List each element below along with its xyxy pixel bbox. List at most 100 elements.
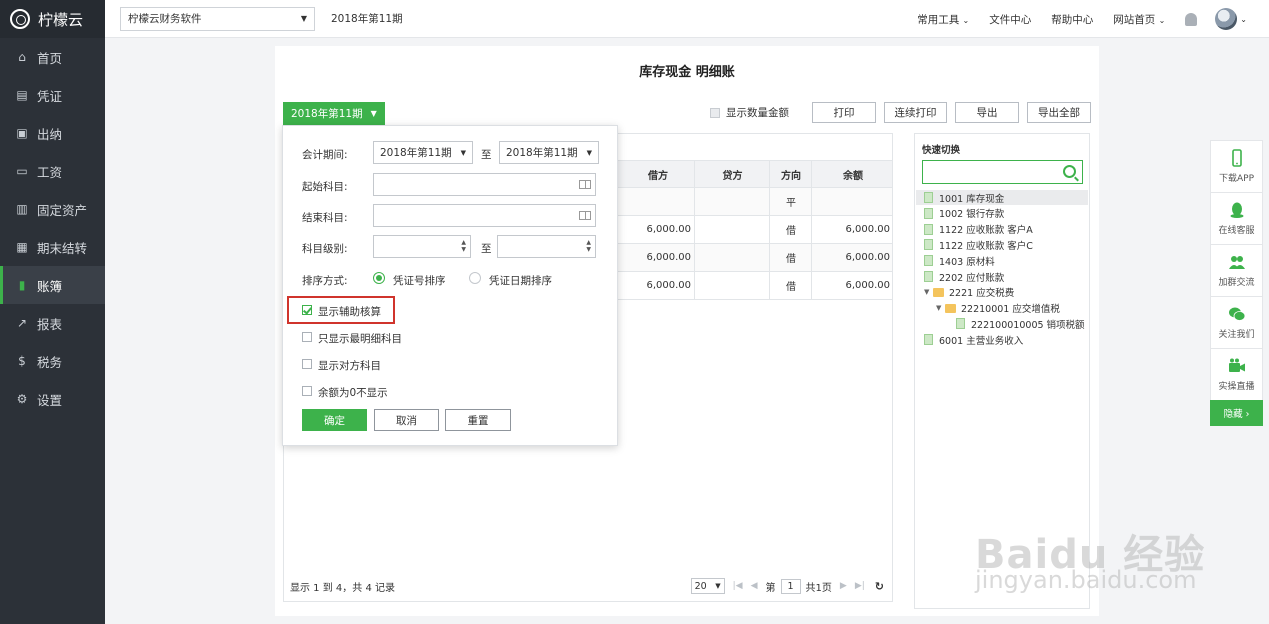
- show-qty-checkbox[interactable]: [710, 107, 720, 118]
- sidebar-item-label: 设置: [37, 392, 63, 408]
- end-subject-input[interactable]: [373, 204, 596, 227]
- subject-picker-icon[interactable]: [579, 180, 591, 189]
- next-page-icon[interactable]: ▶: [840, 581, 847, 591]
- show-aux-label: 显示辅助核算: [318, 306, 381, 318]
- table-cell: 平: [786, 198, 796, 209]
- sidebar-item-settings[interactable]: ⚙ 设置: [0, 380, 105, 418]
- search-icon[interactable]: [1063, 165, 1076, 178]
- table-cell: [695, 188, 770, 215]
- batch-print-button[interactable]: 连续打印: [884, 102, 947, 123]
- avatar[interactable]: [1215, 8, 1238, 30]
- download-app-button[interactable]: 下载APP: [1210, 140, 1263, 192]
- confirm-button[interactable]: 确定: [302, 409, 367, 431]
- fixed-asset-icon: ▥: [16, 202, 28, 216]
- sidebar-item-label: 报表: [37, 316, 63, 332]
- refresh-icon[interactable]: ↻: [875, 580, 884, 593]
- tree-item[interactable]: 222100010005 销项税额: [916, 316, 1088, 331]
- table-cell: [695, 244, 770, 271]
- start-subject-input[interactable]: [373, 173, 596, 196]
- subject-picker-icon[interactable]: [579, 211, 591, 220]
- website-home-menu[interactable]: 网站首页 ⌄: [1113, 12, 1165, 27]
- sidebar-item-cashier[interactable]: ▣ 出纳: [0, 114, 105, 152]
- sidebar-item-salary[interactable]: ▭ 工资: [0, 152, 105, 190]
- start-subject-label: 起始科目:: [302, 181, 348, 193]
- col-direction-header: 方向: [781, 170, 801, 182]
- sidebar-item-label: 账簿: [37, 278, 63, 294]
- tree-item-label: 2221 应交税费: [949, 288, 1015, 300]
- sidebar-item-label: 出纳: [37, 126, 63, 142]
- tree-item[interactable]: ▼ 22210001 应交增值税: [916, 301, 1088, 316]
- page-number-input[interactable]: 1: [780, 578, 801, 594]
- tree-item[interactable]: ▼ 2221 应交税费: [916, 285, 1088, 300]
- app-name: 柠檬云: [38, 10, 84, 29]
- chevron-down-icon[interactable]: ⌄: [1240, 15, 1247, 24]
- sidebar-item-home[interactable]: ⌂ 首页: [0, 38, 105, 76]
- tree-item[interactable]: 1403 原材料: [916, 253, 1088, 268]
- quick-search-input[interactable]: [922, 160, 1083, 184]
- level-from-stepper[interactable]: ▲ ▼: [373, 235, 471, 258]
- voucher-icon: ▤: [16, 88, 28, 102]
- to-label: 至: [481, 243, 492, 255]
- sidebar-item-tax[interactable]: $ 税务: [0, 342, 105, 380]
- sort-by-date-radio[interactable]: [469, 272, 481, 284]
- show-opposite-checkbox[interactable]: [302, 359, 312, 369]
- spinner-arrows-icon[interactable]: ▲ ▼: [586, 239, 591, 253]
- level-label: 科目级别:: [302, 243, 348, 255]
- sort-by-voucher-radio[interactable]: [373, 272, 385, 284]
- detail-only-checkbox[interactable]: [302, 332, 312, 342]
- level-to-stepper[interactable]: ▲ ▼: [497, 235, 596, 258]
- tree-item[interactable]: 1001 库存现金: [916, 190, 1088, 205]
- help-center-link[interactable]: 帮助中心: [1051, 12, 1093, 27]
- page-size-select[interactable]: 20 ▼: [690, 578, 725, 594]
- tree-item[interactable]: 1002 银行存款: [916, 206, 1088, 221]
- export-button[interactable]: 导出: [955, 102, 1019, 123]
- reset-button[interactable]: 重置: [445, 409, 511, 431]
- sidebar-item-voucher[interactable]: ▤ 凭证: [0, 76, 105, 114]
- common-tools-menu[interactable]: 常用工具 ⌄: [917, 12, 969, 27]
- period-from-select[interactable]: 2018年第11期 ▼: [373, 141, 473, 164]
- expand-toggle-icon[interactable]: ▼: [936, 304, 945, 312]
- hide-toolbar-button[interactable]: 隐藏 ›: [1210, 400, 1263, 426]
- bell-icon[interactable]: [1185, 12, 1198, 26]
- first-page-icon[interactable]: |◀: [733, 581, 743, 591]
- quick-switch-title: 快速切换: [922, 145, 961, 156]
- online-service-button[interactable]: 在线客服: [1210, 192, 1263, 244]
- tree-item[interactable]: 6001 主营业务收入: [916, 332, 1088, 347]
- expand-toggle-icon[interactable]: ▼: [924, 288, 933, 296]
- spinner-arrows-icon[interactable]: ▲ ▼: [461, 239, 466, 253]
- live-stream-button[interactable]: 实操直播: [1210, 348, 1263, 400]
- follow-us-button[interactable]: 关注我们: [1210, 296, 1263, 348]
- table-cell: 6,000.00: [646, 252, 691, 263]
- table-cell: 借: [786, 254, 796, 265]
- document-icon: [924, 239, 933, 251]
- sidebar-item-report[interactable]: ↗ 报表: [0, 304, 105, 342]
- export-all-button[interactable]: 导出全部: [1027, 102, 1091, 123]
- file-center-link[interactable]: 文件中心: [989, 12, 1031, 27]
- sidebar-item-label: 期末结转: [37, 240, 88, 256]
- folder-icon: [933, 287, 944, 297]
- tree-item[interactable]: 2202 应付账款: [916, 269, 1088, 284]
- top-links: 常用工具 ⌄ 文件中心 帮助中心 网站首页 ⌄ ⌄: [897, 0, 1247, 38]
- sort-by-voucher-label: 凭证号排序: [393, 275, 446, 287]
- tree-item[interactable]: 1122 应收账款 客户C: [916, 237, 1088, 252]
- hide-zero-checkbox[interactable]: [302, 386, 312, 396]
- sidebar-item-period-end[interactable]: ▦ 期末结转: [0, 228, 105, 266]
- sidebar-item-fixed-asset[interactable]: ▥ 固定资产: [0, 190, 105, 228]
- table-cell: [621, 188, 695, 215]
- app-logo[interactable]: 柠檬云: [0, 0, 105, 38]
- table-cell: 6,000.00: [646, 280, 691, 291]
- group-icon: [1228, 256, 1245, 269]
- page-prefix: 第: [765, 582, 776, 594]
- show-aux-checkbox[interactable]: [302, 305, 312, 315]
- period-filter-button[interactable]: 2018年第11期 ▼: [283, 102, 385, 125]
- sidebar-item-label: 税务: [37, 354, 63, 370]
- company-select[interactable]: 柠檬云财务软件 ▼: [120, 6, 315, 31]
- sidebar-item-ledger[interactable]: ▮ 账簿: [0, 266, 105, 304]
- tree-item[interactable]: 1122 应收账款 客户A: [916, 222, 1088, 237]
- print-button[interactable]: 打印: [812, 102, 876, 123]
- period-to-select[interactable]: 2018年第11期 ▼: [499, 141, 599, 164]
- prev-page-icon[interactable]: ◀: [751, 581, 758, 591]
- cancel-button[interactable]: 取消: [374, 409, 439, 431]
- last-page-icon[interactable]: ▶|: [855, 581, 865, 591]
- join-group-button[interactable]: 加群交流: [1210, 244, 1263, 296]
